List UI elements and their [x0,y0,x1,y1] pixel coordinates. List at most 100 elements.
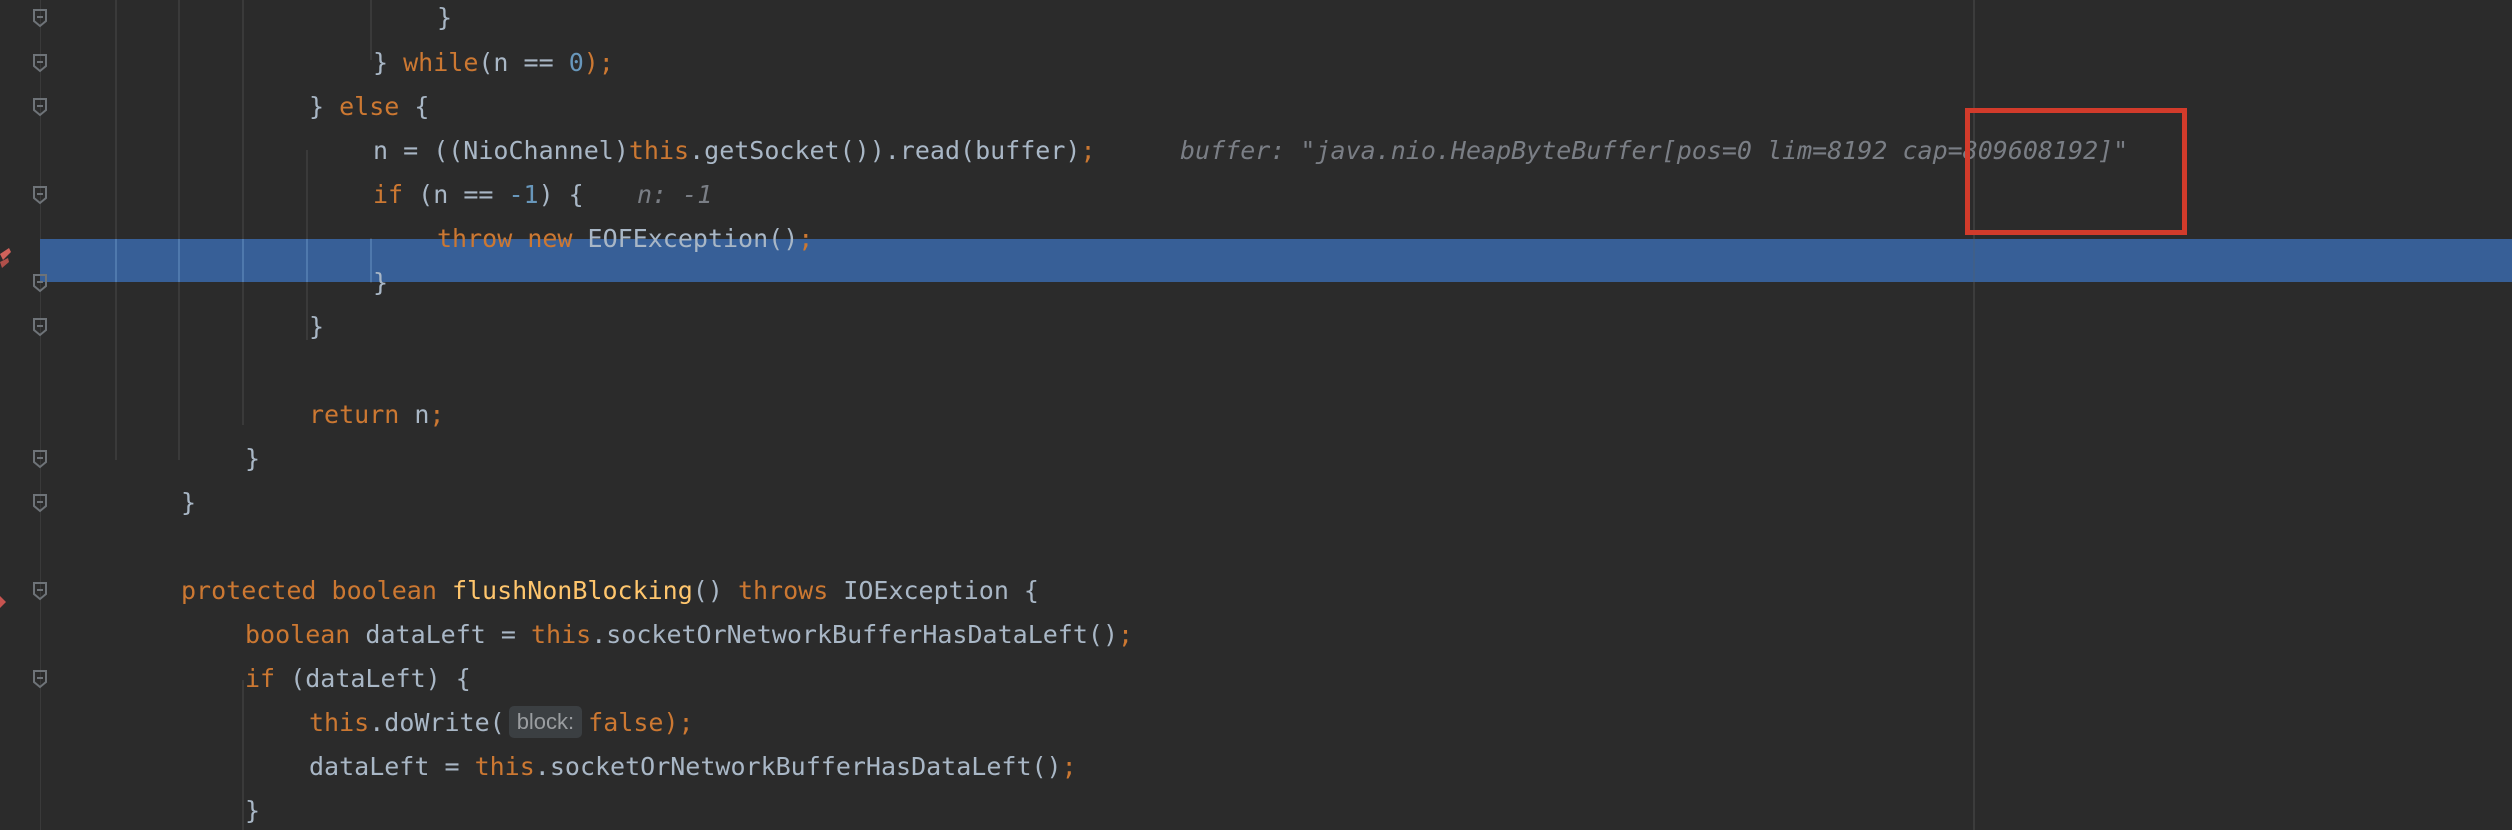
code-token: if [245,664,276,693]
code-token: ; [1118,620,1134,649]
code-line[interactable]: this.doWrite(block: false); [309,701,694,745]
code-token: } [309,312,325,341]
code-token: ) { [538,180,584,209]
code-token: ; [429,400,445,429]
fold-marker-icon[interactable] [32,669,48,689]
code-token: n = ((NioChannel) [373,136,629,165]
code-token: IOException { [828,576,1039,605]
breakpoint-marker-icon[interactable] [0,596,8,608]
code-token: boolean [245,620,351,649]
code-line[interactable]: } else { [309,85,429,129]
code-editor[interactable]: }} while(n == 0);} else {n = ((NioChanne… [0,0,2512,830]
code-line[interactable]: } [245,437,260,481]
code-line[interactable]: } [245,789,260,830]
fold-marker-icon[interactable] [32,317,48,337]
indent-guide [1973,239,1975,282]
code-token: false [588,708,664,737]
indent-guide [370,239,372,282]
code-token: -1 [508,180,539,209]
code-token: EOFException() [572,224,799,253]
code-token: { [399,92,430,121]
code-token: () [692,576,738,605]
code-token: } [373,48,404,77]
editor-gutter[interactable] [0,0,40,830]
code-token: } [245,444,261,473]
fold-marker-icon[interactable] [32,581,48,601]
code-token: } [309,92,340,121]
code-token: if [373,180,404,209]
code-token: (dataLeft) { [275,664,471,693]
code-line[interactable]: n = ((NioChannel)this.getSocket()).read(… [373,129,1096,173]
code-token: flushNonBlocking [451,576,693,605]
code-token: } [245,796,261,825]
code-line[interactable]: protected boolean flushNonBlocking() thr… [181,569,1039,613]
code-token: ; [1080,136,1096,165]
fold-marker-icon[interactable] [32,97,48,117]
code-token: } [437,3,453,32]
code-token: ; [798,224,814,253]
debug-inline-value: n: -1 [637,180,713,209]
code-token: ; [1061,752,1077,781]
fold-marker-icon[interactable] [32,273,48,293]
code-line[interactable]: } [373,261,388,305]
code-token: dataLeft = [309,752,475,781]
code-line[interactable]: dataLeft = this.socketOrNetworkBufferHas… [309,745,1077,789]
code-token: this [309,708,370,737]
highlight-annotation-box [1965,108,2187,235]
code-token: boolean [331,576,437,605]
code-token: ); [583,48,614,77]
indent-guide [178,239,180,282]
code-line[interactable]: return n; [309,393,444,437]
code-token: this [474,752,535,781]
code-token: protected [181,576,317,605]
indent-guide [115,239,117,282]
code-token: (n == [403,180,509,209]
fold-marker-icon[interactable] [32,493,48,513]
code-line[interactable]: if (dataLeft) { [245,657,471,701]
indent-guide [178,0,180,460]
code-line[interactable]: } [437,0,452,40]
gutter-separator [40,0,41,830]
current-code-line[interactable]: throw new EOFException(); [437,217,813,261]
code-token: else [339,92,400,121]
code-token: while [403,48,479,77]
code-token: n [399,400,430,429]
code-token: 0 [568,48,584,77]
code-token: } [181,488,197,517]
code-line[interactable]: } [309,305,324,349]
parameter-name-hint: block: [508,706,583,738]
code-token: ); [663,708,694,737]
indent-guide [306,239,308,282]
fold-marker-icon[interactable] [32,8,48,28]
code-token: new [527,224,573,253]
code-token: } [373,268,389,297]
code-token: return [309,400,400,429]
code-token: (n == [478,48,569,77]
code-token: .doWrite( [369,708,505,737]
code-token: dataLeft = [350,620,531,649]
code-line[interactable]: boolean dataLeft = this.socketOrNetworkB… [245,613,1133,657]
code-token: .socketOrNetworkBufferHasDataLeft() [534,752,1062,781]
code-line[interactable]: } while(n == 0); [373,41,614,85]
code-token: .getSocket()).read(buffer) [689,136,1081,165]
code-line[interactable]: if (n == -1) { [373,173,584,217]
indent-guide [242,680,244,830]
indent-guide [115,0,117,460]
code-line[interactable]: } [181,481,196,525]
indent-guide [242,239,244,282]
fold-marker-icon[interactable] [32,449,48,469]
fold-marker-icon[interactable] [32,185,48,205]
indent-guide [370,0,372,60]
fold-marker-icon[interactable] [32,53,48,73]
code-token: throw [437,224,513,253]
execution-point-icon[interactable] [0,246,12,276]
code-token: this [530,620,592,649]
current-execution-line [40,239,2512,282]
code-token: throws [737,576,829,605]
indent-guide [242,0,244,425]
code-token: this [628,136,690,165]
code-token: .socketOrNetworkBufferHasDataLeft() [591,620,1118,649]
